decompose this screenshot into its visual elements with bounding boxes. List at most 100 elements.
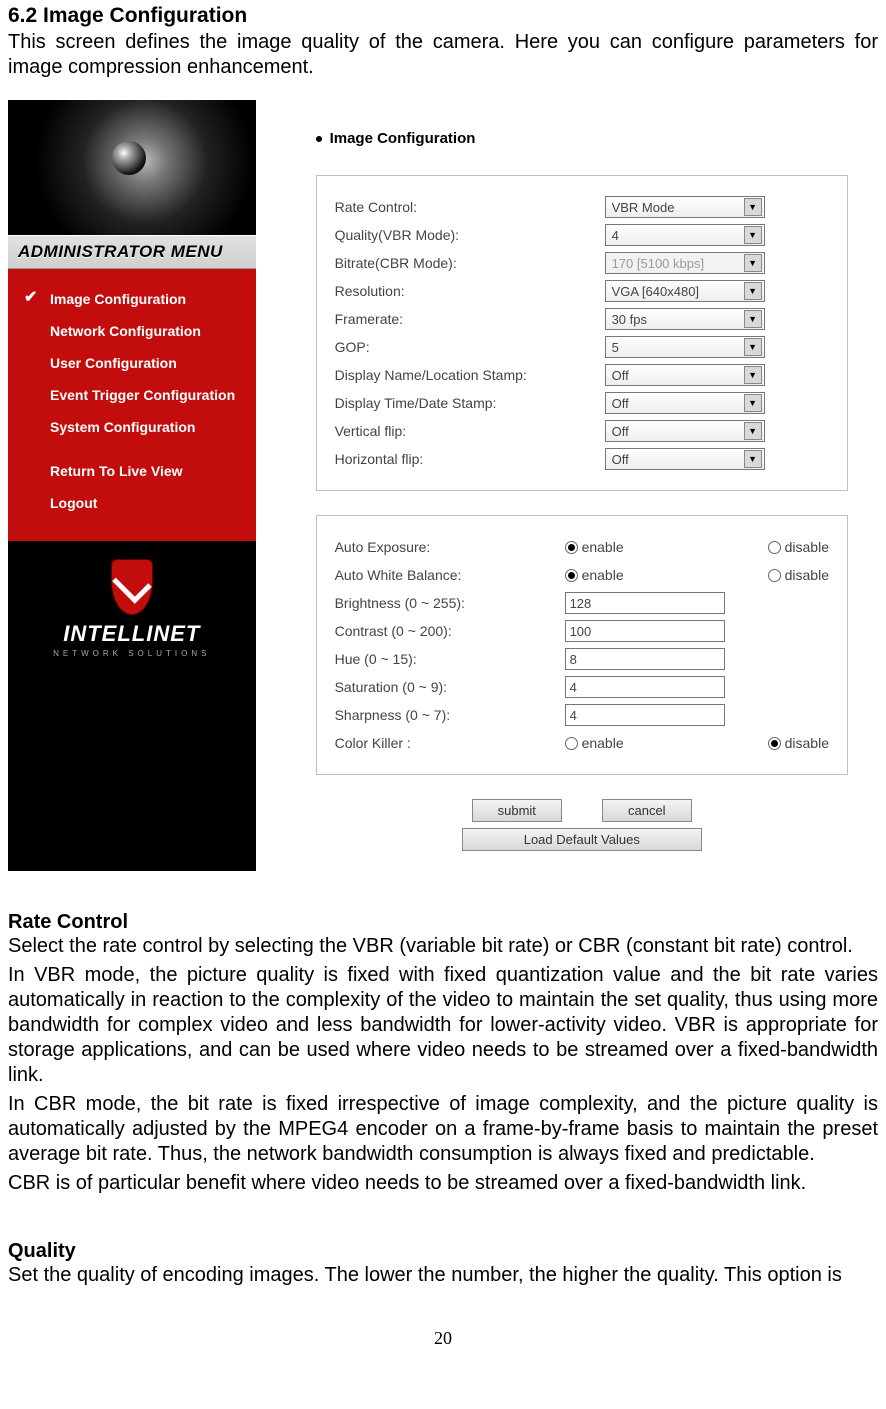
camera-hero-image [8, 100, 256, 235]
sidebar-item-label: User Configuration [50, 355, 177, 371]
encoding-fieldset: Rate Control: VBR Mode ▼ Quality(VBR Mod… [316, 175, 848, 491]
select-value: VBR Mode [612, 200, 675, 215]
select-value: Off [612, 396, 629, 411]
radio-icon [565, 737, 578, 750]
chevron-down-icon: ▼ [744, 282, 762, 300]
gop-select[interactable]: 5 ▼ [605, 336, 765, 358]
framerate-select[interactable]: 30 fps ▼ [605, 308, 765, 330]
select-value: 170 [5100 kbps] [612, 256, 705, 271]
radio-icon [565, 569, 578, 582]
radio-icon [565, 541, 578, 554]
bitrate-select: 170 [5100 kbps] ▼ [605, 252, 765, 274]
chevron-down-icon: ▼ [744, 254, 762, 272]
brand-panel: INTELLINET NETWORK SOLUTIONS [8, 541, 256, 871]
auto-wb-disable[interactable]: disable [768, 567, 829, 583]
select-value: Off [612, 452, 629, 467]
admin-sidebar: ADMINISTRATOR MENU ✔ Image Configuration… [8, 100, 256, 871]
chevron-down-icon: ▼ [744, 198, 762, 216]
radio-icon [768, 541, 781, 554]
load-defaults-button[interactable]: Load Default Values [462, 828, 702, 851]
auto-exposure-disable[interactable]: disable [768, 539, 829, 555]
hue-input[interactable]: 8 [565, 648, 725, 670]
select-value: 5 [612, 340, 619, 355]
chevron-down-icon: ▼ [744, 394, 762, 412]
quality-heading: Quality [8, 1240, 878, 1263]
date-stamp-label: Display Time/Date Stamp: [335, 395, 605, 411]
radio-label: disable [785, 567, 829, 583]
name-stamp-label: Display Name/Location Stamp: [335, 367, 605, 383]
color-killer-enable[interactable]: enable [565, 735, 624, 751]
resolution-select[interactable]: VGA [640x480] ▼ [605, 280, 765, 302]
brand-shield-icon [111, 559, 153, 615]
sidebar-item-image-config[interactable]: ✔ Image Configuration [22, 283, 242, 315]
sidebar-item-logout[interactable]: Logout [22, 487, 242, 519]
color-killer-disable[interactable]: disable [768, 735, 829, 751]
image-config-panel: Image Configuration Rate Control: VBR Mo… [256, 100, 878, 871]
sidebar-item-system-config[interactable]: System Configuration [22, 411, 242, 443]
bitrate-label: Bitrate(CBR Mode): [335, 255, 605, 271]
chevron-down-icon: ▼ [744, 338, 762, 356]
vflip-label: Vertical flip: [335, 423, 605, 439]
section-heading: 6.2 Image Configuration [8, 4, 878, 28]
section-intro: This screen defines the image quality of… [8, 30, 878, 80]
sidebar-item-return-live[interactable]: Return To Live View [22, 455, 242, 487]
admin-menu-header: ADMINISTRATOR MENU [8, 235, 256, 269]
date-stamp-select[interactable]: Off ▼ [605, 392, 765, 414]
chevron-down-icon: ▼ [744, 226, 762, 244]
quality-label: Quality(VBR Mode): [335, 227, 605, 243]
brightness-input[interactable]: 128 [565, 592, 725, 614]
cancel-button[interactable]: cancel [602, 799, 692, 822]
select-value: 30 fps [612, 312, 647, 327]
hue-label: Hue (0 ~ 15): [335, 651, 565, 667]
sidebar-item-user-config[interactable]: User Configuration [22, 347, 242, 379]
rate-control-p4: CBR is of particular benefit where video… [8, 1171, 878, 1196]
chevron-down-icon: ▼ [744, 450, 762, 468]
contrast-label: Contrast (0 ~ 200): [335, 623, 565, 639]
saturation-label: Saturation (0 ~ 9): [335, 679, 565, 695]
brand-name: INTELLINET [63, 621, 200, 647]
auto-exposure-enable[interactable]: enable [565, 539, 624, 555]
auto-wb-label: Auto White Balance: [335, 567, 565, 583]
sidebar-item-event-trigger-config[interactable]: Event Trigger Configuration [22, 379, 242, 411]
sidebar-item-label: Event Trigger Configuration [50, 387, 235, 403]
sidebar-item-label: Network Configuration [50, 323, 201, 339]
rate-control-p1: Select the rate control by selecting the… [8, 934, 878, 959]
sharpness-input[interactable]: 4 [565, 704, 725, 726]
saturation-input[interactable]: 4 [565, 676, 725, 698]
admin-menu: ✔ Image Configuration Network Configurat… [8, 269, 256, 541]
screenshot-figure: ADMINISTRATOR MENU ✔ Image Configuration… [8, 100, 878, 871]
radio-label: enable [582, 567, 624, 583]
chevron-down-icon: ▼ [744, 310, 762, 328]
auto-exposure-label: Auto Exposure: [335, 539, 565, 555]
rate-control-heading: Rate Control [8, 911, 878, 934]
sidebar-item-label: System Configuration [50, 419, 195, 435]
panel-title: Image Configuration [316, 130, 848, 147]
select-value: Off [612, 368, 629, 383]
page-number: 20 [8, 1328, 878, 1349]
contrast-input[interactable]: 100 [565, 620, 725, 642]
chevron-down-icon: ▼ [744, 422, 762, 440]
radio-label: enable [582, 735, 624, 751]
check-icon: ✔ [24, 292, 42, 306]
sidebar-item-network-config[interactable]: Network Configuration [22, 315, 242, 347]
name-stamp-select[interactable]: Off ▼ [605, 364, 765, 386]
rate-control-p2: In VBR mode, the picture quality is fixe… [8, 963, 878, 1088]
quality-p1: Set the quality of encoding images. The … [8, 1263, 878, 1288]
radio-label: enable [582, 539, 624, 555]
auto-wb-enable[interactable]: enable [565, 567, 624, 583]
radio-icon [768, 569, 781, 582]
image-adjust-fieldset: Auto Exposure: enable disable [316, 515, 848, 775]
sidebar-item-label: Return To Live View [50, 463, 183, 479]
hflip-label: Horizontal flip: [335, 451, 605, 467]
resolution-label: Resolution: [335, 283, 605, 299]
submit-button[interactable]: submit [472, 799, 562, 822]
hflip-select[interactable]: Off ▼ [605, 448, 765, 470]
rate-control-select[interactable]: VBR Mode ▼ [605, 196, 765, 218]
radio-icon [768, 737, 781, 750]
vflip-select[interactable]: Off ▼ [605, 420, 765, 442]
sidebar-item-label: Logout [50, 495, 97, 511]
radio-label: disable [785, 735, 829, 751]
chevron-down-icon: ▼ [744, 366, 762, 384]
framerate-label: Framerate: [335, 311, 605, 327]
quality-select[interactable]: 4 ▼ [605, 224, 765, 246]
